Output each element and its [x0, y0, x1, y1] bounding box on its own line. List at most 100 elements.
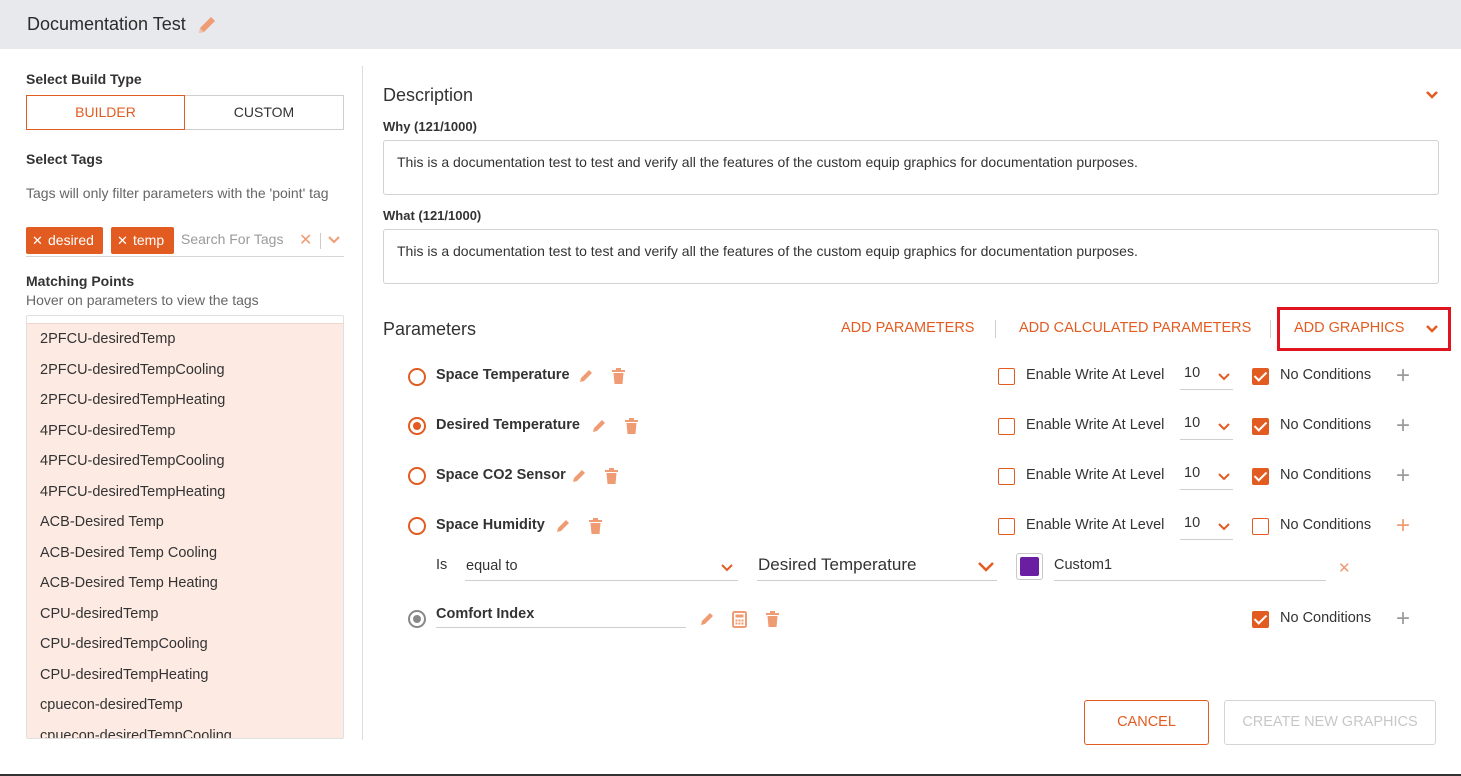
calculator-icon[interactable]	[732, 611, 747, 633]
pencil-icon[interactable]	[699, 611, 715, 632]
list-item[interactable]: CPU-desiredTempHeating	[27, 660, 343, 691]
parameter-name: Space Humidity	[436, 517, 545, 533]
level-select[interactable]: 10	[1180, 365, 1233, 390]
tags-hint: Tags will only filter parameters with th…	[26, 185, 329, 201]
parameter-radio[interactable]	[408, 517, 426, 535]
list-item[interactable]: 4PFCU-desiredTempCooling	[27, 446, 343, 477]
pencil-icon[interactable]	[578, 368, 594, 389]
matching-points-hint: Hover on parameters to view the tags	[26, 292, 259, 308]
list-item[interactable]: ACB-Desired Temp Cooling	[27, 538, 343, 569]
enable-write-label: Enable Write At Level	[1026, 467, 1165, 483]
why-label: Why (121/1000)	[383, 119, 477, 134]
enable-write-checkbox[interactable]	[998, 518, 1015, 535]
list-item[interactable]: 4PFCU-desiredTempHeating	[27, 477, 343, 508]
level-select[interactable]: 10	[1180, 465, 1233, 490]
chevron-down-icon	[1217, 371, 1231, 387]
list-item[interactable]: CPU-desiredTemp	[27, 599, 343, 630]
level-select[interactable]: 10	[1180, 415, 1233, 440]
parameter-radio[interactable]	[408, 417, 426, 435]
matching-points-label: Matching Points	[26, 273, 135, 289]
what-textarea[interactable]: This is a documentation test to test and…	[383, 229, 1439, 284]
trash-icon[interactable]	[588, 518, 603, 540]
list-item[interactable]: 2PFCU-desiredTempHeating	[27, 385, 343, 416]
condition-value-input[interactable]: Custom1	[1054, 555, 1326, 581]
no-conditions-checkbox[interactable]	[1252, 611, 1269, 628]
tag-chip-label: desired	[48, 232, 94, 248]
create-new-graphics-button[interactable]: CREATE NEW GRAPHICS	[1224, 700, 1436, 745]
list-item[interactable]: ACB-Desired Temp Heating	[27, 568, 343, 599]
parameter-name: Desired Temperature	[436, 417, 580, 433]
level-value: 10	[1184, 515, 1201, 531]
level-value: 10	[1184, 465, 1201, 481]
no-conditions-label: No Conditions	[1280, 367, 1372, 383]
list-item[interactable]: ACB-Desired Temp	[27, 507, 343, 538]
remove-tag-icon[interactable]: ✕	[117, 227, 128, 254]
chevron-down-icon	[1217, 471, 1231, 487]
add-calculated-parameters-link[interactable]: ADD CALCULATED PARAMETERS	[1019, 320, 1251, 336]
matching-points-list[interactable]: 2PFCU-desiredTemp 2PFCU-desiredTempCooli…	[26, 315, 344, 739]
operator-select[interactable]: equal to	[465, 555, 738, 581]
add-condition-icon[interactable]: +	[1396, 607, 1410, 631]
tag-chip-temp[interactable]: ✕ temp	[111, 227, 174, 254]
parameter-name: Space CO2 Sensor	[436, 467, 566, 483]
remove-condition-icon[interactable]: ✕	[1338, 559, 1351, 577]
tag-chip-desired[interactable]: ✕ desired	[26, 227, 103, 254]
operator-value: equal to	[466, 558, 518, 574]
color-picker[interactable]	[1016, 553, 1043, 580]
level-select[interactable]: 10	[1180, 515, 1233, 540]
no-conditions-label: No Conditions	[1280, 417, 1372, 433]
trash-icon[interactable]	[604, 468, 619, 490]
list-item[interactable]: CPU-desiredTempCooling	[27, 629, 343, 660]
enable-write-checkbox[interactable]	[998, 368, 1015, 385]
enable-write-checkbox[interactable]	[998, 418, 1015, 435]
why-textarea[interactable]: This is a documentation test to test and…	[383, 140, 1439, 195]
enable-write-checkbox[interactable]	[998, 468, 1015, 485]
calculated-parameter-name-input[interactable]: Comfort Index	[436, 606, 686, 628]
list-item[interactable]: cpuecon-desiredTemp	[27, 690, 343, 721]
tag-selector[interactable]: ✕ desired ✕ temp Search For Tags ✕	[26, 227, 344, 257]
builder-tab[interactable]: BUILDER	[26, 95, 185, 130]
list-item[interactable]: 4PFCU-desiredTemp	[27, 416, 343, 447]
select-tags-label: Select Tags	[26, 151, 103, 167]
no-conditions-checkbox[interactable]	[1252, 418, 1269, 435]
divider	[1270, 320, 1271, 338]
no-conditions-checkbox[interactable]	[1252, 368, 1269, 385]
list-item[interactable]: 2PFCU-desiredTemp	[27, 324, 343, 355]
chevron-down-icon	[977, 559, 995, 579]
enable-write-label: Enable Write At Level	[1026, 517, 1165, 533]
remove-tag-icon[interactable]: ✕	[32, 227, 43, 254]
level-value: 10	[1184, 365, 1201, 381]
cancel-button[interactable]: CANCEL	[1084, 700, 1209, 745]
add-graphics-highlight	[1277, 307, 1451, 351]
add-condition-icon[interactable]: +	[1396, 364, 1410, 388]
parameter-radio[interactable]	[408, 368, 426, 386]
top-bar: Documentation Test	[0, 0, 1461, 49]
no-conditions-checkbox[interactable]	[1252, 468, 1269, 485]
list-item[interactable]: 2PFCU-desiredTempCooling	[27, 355, 343, 386]
tag-chip-label: temp	[133, 232, 165, 248]
collapse-chevron-icon[interactable]	[1425, 88, 1439, 106]
pencil-icon[interactable]	[571, 468, 587, 489]
chevron-down-icon[interactable]	[327, 233, 341, 252]
parameter-radio[interactable]	[408, 610, 426, 628]
chevron-down-icon	[1217, 421, 1231, 437]
trash-icon[interactable]	[611, 368, 626, 390]
add-parameters-link[interactable]: ADD PARAMETERS	[841, 320, 974, 336]
add-condition-icon[interactable]: +	[1396, 464, 1410, 488]
tag-search-input[interactable]: Search For Tags	[181, 231, 283, 247]
list-item[interactable]: cpuecon-desiredTempCooling	[27, 721, 343, 739]
condition-is-label: Is	[436, 557, 448, 573]
no-conditions-checkbox[interactable]	[1252, 518, 1269, 535]
chevron-down-icon	[1217, 521, 1231, 537]
parameter-radio[interactable]	[408, 467, 426, 485]
trash-icon[interactable]	[624, 418, 639, 440]
trash-icon[interactable]	[765, 611, 780, 633]
pencil-icon[interactable]	[591, 418, 607, 439]
target-parameter-select[interactable]: Desired Temperature	[757, 555, 997, 581]
clear-tags-icon[interactable]: ✕	[299, 230, 312, 250]
pencil-icon[interactable]	[196, 14, 218, 41]
add-condition-icon[interactable]: +	[1396, 414, 1410, 438]
pencil-icon[interactable]	[555, 518, 571, 539]
add-condition-icon[interactable]: +	[1396, 514, 1410, 538]
custom-tab[interactable]: CUSTOM	[185, 95, 344, 130]
